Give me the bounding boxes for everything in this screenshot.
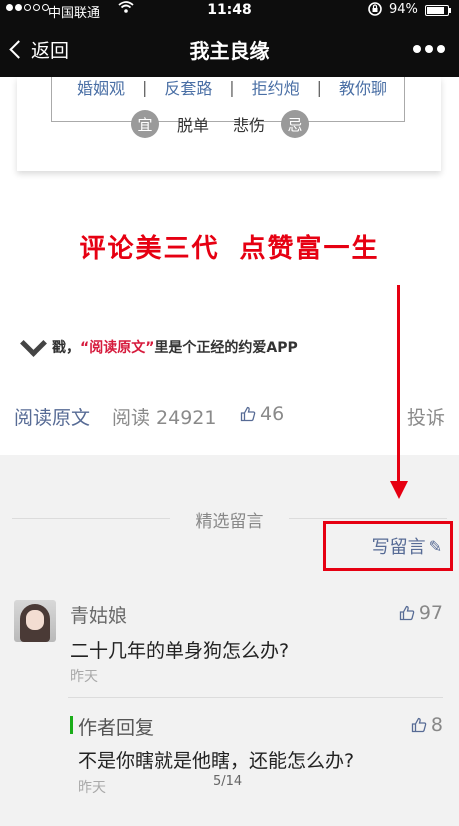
invite-quote: “阅读原文” [80,340,155,356]
slogan-part-2: 点赞富一生 [239,234,380,264]
nav-bar: 返回 我主良缘 [0,22,459,77]
more-dot-icon [437,45,445,53]
page-indicator: 5/14 [213,774,243,789]
thumbs-up-icon [240,406,256,422]
invite-line: 戳， “阅读原文” 里是个正经的约爱APP [20,336,298,358]
reply-like-count: 8 [430,714,443,736]
more-dot-icon [413,45,421,53]
comment-like-button[interactable]: 97 [399,602,443,624]
tag-separator: | [141,77,148,97]
tag-item: 教你聊 [338,79,387,98]
thumbs-up-icon [411,717,427,733]
reply-divider [68,697,443,698]
annotation-arrow-head [390,481,408,499]
read-count: 阅读 24921 [112,407,217,429]
reply-indicator [70,716,73,734]
like-count: 46 [260,403,285,425]
write-comment-button[interactable]: 写留言 ✎ [323,521,453,571]
like-button[interactable]: 46 [240,403,284,425]
tag-separator: | [229,77,235,97]
pencil-icon: ✎ [428,536,442,556]
more-button[interactable] [413,45,445,53]
yi-ji-row: 宜 脱单 悲伤 忌 [131,110,310,138]
avoid-text: 悲伤 [233,116,266,135]
annotation-arrow [397,285,400,481]
suitable-badge: 宜 [131,110,159,138]
invite-prefix: 戳， [52,340,80,356]
tag-item: 婚姻观 [77,79,126,98]
tag-separator: | [316,77,322,97]
chevron-down-icon [20,336,42,358]
write-comment-label: 写留言 [371,537,426,558]
slogan-banner: 评论美三代 点赞富一生 [0,228,459,265]
avoid-badge: 忌 [281,110,310,138]
comment-like-count: 97 [418,602,443,624]
comment-username: 青姑娘 [70,605,128,627]
avatar[interactable] [14,600,56,642]
rotation-lock-icon [367,1,383,21]
slogan-part-1: 评论美三代 [79,234,220,264]
battery-percent: 94% [389,2,418,17]
reply-time: 昨天 [78,780,106,796]
report-link[interactable]: 投诉 [407,403,445,430]
reply-like-button[interactable]: 8 [411,714,443,736]
tag-item: 拒约炮 [251,79,300,98]
thumbs-up-icon [399,605,415,621]
invite-suffix: 里是个正经的约爱APP [154,340,298,356]
battery-icon [425,5,449,16]
read-original-link[interactable]: 阅读原文 [14,403,90,430]
comment-time: 昨天 [70,669,98,685]
status-bar: 中国联通 11:48 94% [0,0,459,22]
tag-item: 反套路 [164,79,213,98]
article-card: 婚姻观 | 反套路 | 拒约炮 | 教你聊 宜 脱单 悲伤 忌 [17,77,441,171]
top-bar: 中国联通 11:48 94% 返回 我主良缘 [0,0,459,77]
battery-tip [449,8,451,13]
comment-text: 二十几年的单身狗怎么办? [70,640,290,662]
more-dot-icon [425,45,433,53]
page-title: 我主良缘 [189,39,270,63]
tag-row: 婚姻观 | 反套路 | 拒约炮 | 教你聊 [77,75,387,99]
reply-label: 作者回复 [78,717,155,739]
reply-text: 不是你瞎就是他瞎，还能怎么办? [78,750,355,772]
suitable-text: 脱单 [177,116,210,135]
section-divider-right [289,518,447,519]
